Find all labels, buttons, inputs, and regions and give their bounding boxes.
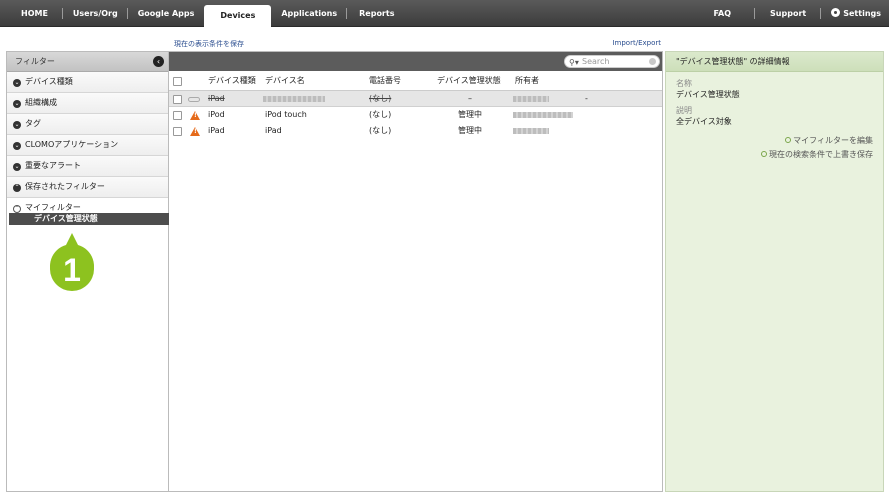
table-toolbar: ⚲▾ Search [169,52,662,71]
collapse-sidebar-icon[interactable]: ‹ [153,56,164,67]
row-checkbox[interactable] [173,127,182,136]
chevron-down-icon: ⌄ [13,100,21,108]
redacted-owner [513,112,573,118]
search-input[interactable]: ⚲▾ Search [564,55,660,68]
device-type: iPod [208,110,225,119]
step-number-badge: 1 [50,233,94,291]
filter-detail-panel: "デバイス管理状態" の詳細情報 名称 デバイス管理状態 説明 全デバイス対象 … [665,51,884,492]
settings-label: Settings [843,9,881,18]
col-phone[interactable]: 電話番号 [369,71,401,91]
nav-faq[interactable]: FAQ [702,0,756,27]
chevron-up-icon: ⌃ [13,184,21,192]
nav-devices[interactable]: Devices [204,5,272,27]
filter-saved-filters[interactable]: ⌃ 保存されたフィルター [7,177,168,198]
save-view-link[interactable]: 現在の表示条件を保存 [174,39,244,49]
gear-icon [831,8,841,17]
filter-org-structure[interactable]: ⌄ 組織構成 [7,93,168,114]
device-name: iPad [265,126,282,135]
device-type: iPad [208,126,225,135]
filter-label: 重要なアラート [25,161,81,170]
chevron-down-icon: ⌄ [13,121,21,129]
management-status: – [468,94,472,103]
redacted-owner [513,128,549,134]
row-checkbox[interactable] [173,111,182,120]
action-label: マイフィルターを編集 [793,136,873,145]
filter-sidebar: フィルター ‹ ⌄ デバイス種類 ⌄ 組織構成 ⌄ タグ ⌄ CLOMOアプリケーション… [6,51,169,492]
filter-label: 組織構成 [25,98,57,107]
device-type: iPad [208,94,225,103]
col-device-name[interactable]: デバイス名 [265,71,305,91]
nav-home[interactable]: HOME [6,0,63,27]
bullet-icon [761,151,767,157]
search-placeholder: Search [582,57,610,66]
phone-number: (なし) [369,94,392,103]
badge-number: 1 [63,252,81,288]
name-label: 名称 [676,79,692,88]
bullet-icon [785,137,792,143]
chevron-down-icon: ⌄ [13,163,21,171]
main-nav: HOME Users/Org Google Apps Devices Appli… [6,0,406,27]
filter-clomo-app[interactable]: ⌄ CLOMOアプリケーション [7,135,168,156]
col-management-status[interactable]: デバイス管理状態 [437,71,501,91]
row-checkbox[interactable] [173,95,182,104]
filter-label: デバイス種類 [25,77,73,86]
table-row[interactable]: iPad (なし) – - [169,91,662,107]
select-all-checkbox[interactable] [173,77,182,86]
chevron-down-icon: ⌄ [13,142,21,150]
utility-nav: FAQ Support Settings [702,0,886,27]
warning-icon [190,127,200,136]
filter-important-alerts[interactable]: ⌄ 重要なアラート [7,156,168,177]
clear-search-icon[interactable] [649,58,656,65]
chevron-down-icon: ⌄ [13,79,21,87]
table-row[interactable]: iPod iPod touch (なし) 管理中 [169,107,662,123]
chevron-up-icon: ⌃ [13,205,21,213]
filter-tag[interactable]: ⌄ タグ [7,114,168,135]
device-list-panel: ⚲▾ Search デバイス種類 デバイス名 電話番号 デバイス管理状態 所有者… [169,51,663,492]
filter-device-type[interactable]: ⌄ デバイス種類 [7,72,168,93]
filter-label: タグ [25,119,41,128]
management-status: 管理中 [458,126,482,135]
nav-reports[interactable]: Reports [347,0,406,27]
description-label: 説明 [676,106,692,115]
phone-number: (なし) [369,126,392,135]
action-label: 現在の検索条件で上書き保存 [769,150,873,159]
overwrite-save-link[interactable]: 現在の検索条件で上書き保存 [761,149,873,160]
redacted-device-name [263,96,325,102]
edit-my-filter-link[interactable]: マイフィルターを編集 [785,135,873,146]
filter-label: CLOMOアプリケーション [25,140,119,149]
table-row[interactable]: iPad iPad (なし) 管理中 [169,123,662,139]
description-value: 全デバイス対象 [676,117,732,126]
phone-number: (なし) [369,110,392,119]
nav-settings[interactable]: Settings [821,0,885,27]
redacted-owner [513,96,549,102]
detail-title: "デバイス管理状態" の詳細情報 [666,52,883,72]
table-header: デバイス種類 デバイス名 電話番号 デバイス管理状態 所有者 [169,71,662,91]
nav-google-apps[interactable]: Google Apps [128,0,205,27]
management-status: 管理中 [458,110,482,119]
top-navigation-bar: HOME Users/Org Google Apps Devices Appli… [0,0,889,27]
col-owner[interactable]: 所有者 [515,71,539,91]
link-icon [188,97,200,102]
sidebar-title: フィルター [15,57,55,66]
filter-label: 保存されたフィルター [25,182,105,191]
device-name: iPod touch [265,110,307,119]
my-filter-label: マイフィルター [25,203,81,212]
selected-filter-item[interactable]: デバイス管理状態 [9,213,169,225]
warning-icon [190,111,200,120]
nav-applications[interactable]: Applications [271,0,347,27]
nav-users-org[interactable]: Users/Org [63,0,128,27]
extra-value: - [585,94,588,103]
col-device-type[interactable]: デバイス種類 [208,71,256,91]
search-icon: ⚲▾ [569,58,579,67]
sidebar-header: フィルター ‹ [7,52,168,72]
nav-support[interactable]: Support [755,0,822,27]
name-value: デバイス管理状態 [676,90,740,99]
import-export-link[interactable]: Import/Export [612,39,661,47]
